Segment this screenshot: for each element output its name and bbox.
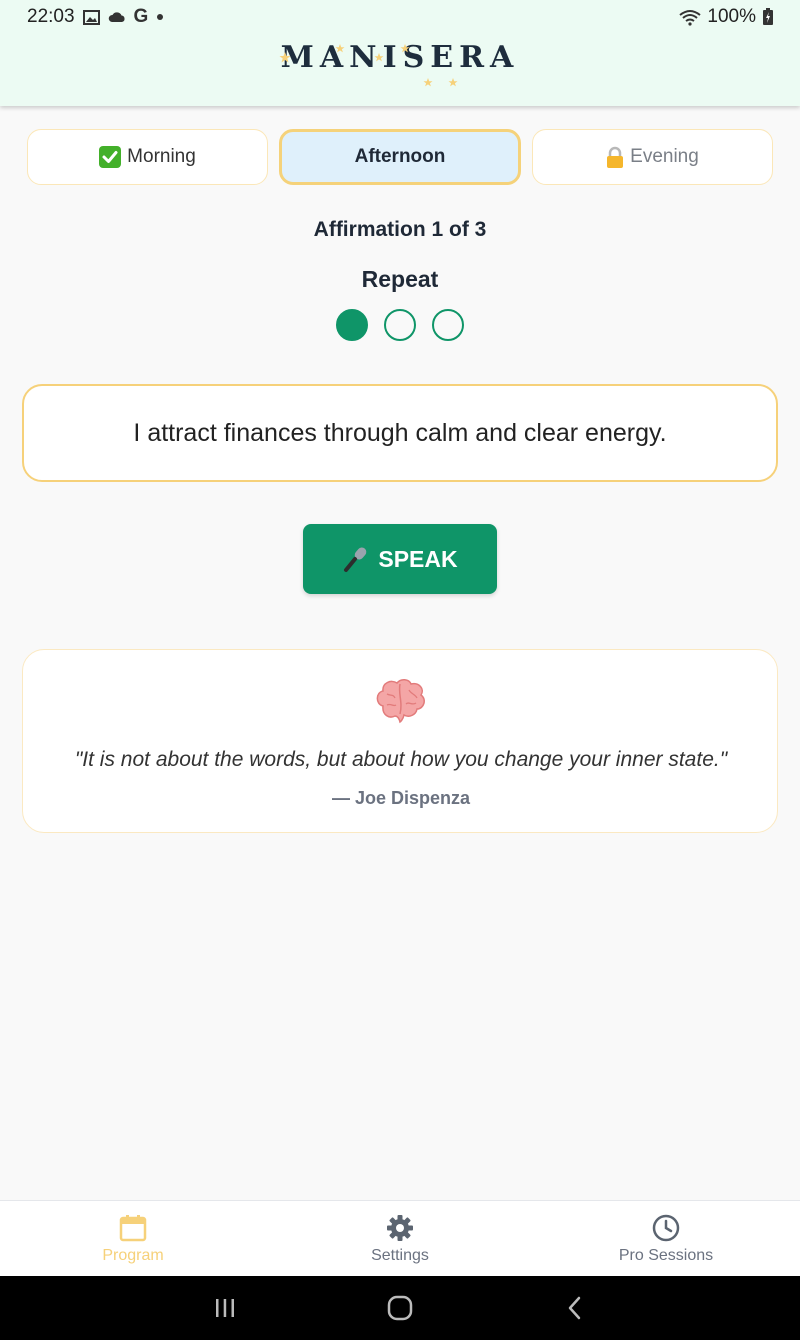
speak-button[interactable]: SPEAK <box>303 524 497 594</box>
period-tabs: Morning Afternoon Evening <box>27 129 773 185</box>
brain-icon <box>373 676 429 724</box>
app-logo: MANISERA <box>279 40 520 96</box>
nav-label: Settings <box>371 1247 429 1264</box>
calendar-icon <box>118 1213 148 1243</box>
tab-label: Morning <box>127 146 196 167</box>
logo-area: MANISERA <box>0 40 800 96</box>
repeat-dot <box>384 309 416 341</box>
quote-text: "It is not about the words, but about ho… <box>74 748 728 771</box>
tab-morning[interactable]: Morning <box>27 129 268 185</box>
logo-text: MANISERA <box>280 40 520 75</box>
bottom-navigation: Program Settings Pro Sessions <box>0 1200 800 1276</box>
app-header: 22:03 G 100% MANISERA <box>0 0 800 106</box>
clock-icon <box>651 1213 681 1243</box>
repeat-dot <box>336 309 368 341</box>
nav-label: Pro Sessions <box>618 1247 714 1264</box>
image-icon <box>82 9 100 25</box>
status-bar: 22:03 G 100% <box>0 0 800 34</box>
battery-percent: 100% <box>707 6 756 27</box>
affirmation-text: I attract finances through calm and clea… <box>133 418 667 447</box>
status-right: 100% <box>679 6 774 28</box>
system-navigation-bar <box>0 1276 800 1340</box>
check-icon <box>99 146 122 168</box>
tab-label: Evening <box>630 146 699 167</box>
battery-icon <box>762 8 774 26</box>
nav-settings[interactable]: Settings <box>267 1201 533 1277</box>
nav-label: Program <box>102 1247 164 1264</box>
tab-afternoon[interactable]: Afternoon <box>279 129 521 185</box>
affirmation-card: I attract finances through calm and clea… <box>22 384 778 482</box>
affirmation-counter: Affirmation 1 of 3 <box>313 218 487 241</box>
gear-icon <box>385 1213 415 1243</box>
quote-card: "It is not about the words, but about ho… <box>22 649 778 833</box>
cloud-icon <box>108 11 126 23</box>
home-icon[interactable] <box>380 1292 420 1324</box>
lock-icon <box>606 146 624 168</box>
tab-evening[interactable]: Evening <box>532 129 773 185</box>
nav-pro-sessions[interactable]: Pro Sessions <box>533 1201 799 1277</box>
quote-author: — Joe Dispenza <box>331 788 471 808</box>
microphone-icon <box>342 545 370 573</box>
speak-label: SPEAK <box>378 545 458 572</box>
nav-program[interactable]: Program <box>0 1201 266 1277</box>
status-left: 22:03 G <box>27 6 164 28</box>
repeat-progress <box>0 309 800 341</box>
recents-icon[interactable] <box>205 1292 245 1324</box>
google-icon: G <box>133 6 149 27</box>
dot-icon <box>156 13 164 21</box>
repeat-dot <box>432 309 464 341</box>
repeat-label: Repeat <box>361 266 439 292</box>
status-time: 22:03 <box>27 6 75 27</box>
wifi-icon <box>679 9 702 26</box>
back-icon[interactable] <box>555 1292 595 1324</box>
tab-label: Afternoon <box>354 146 446 167</box>
